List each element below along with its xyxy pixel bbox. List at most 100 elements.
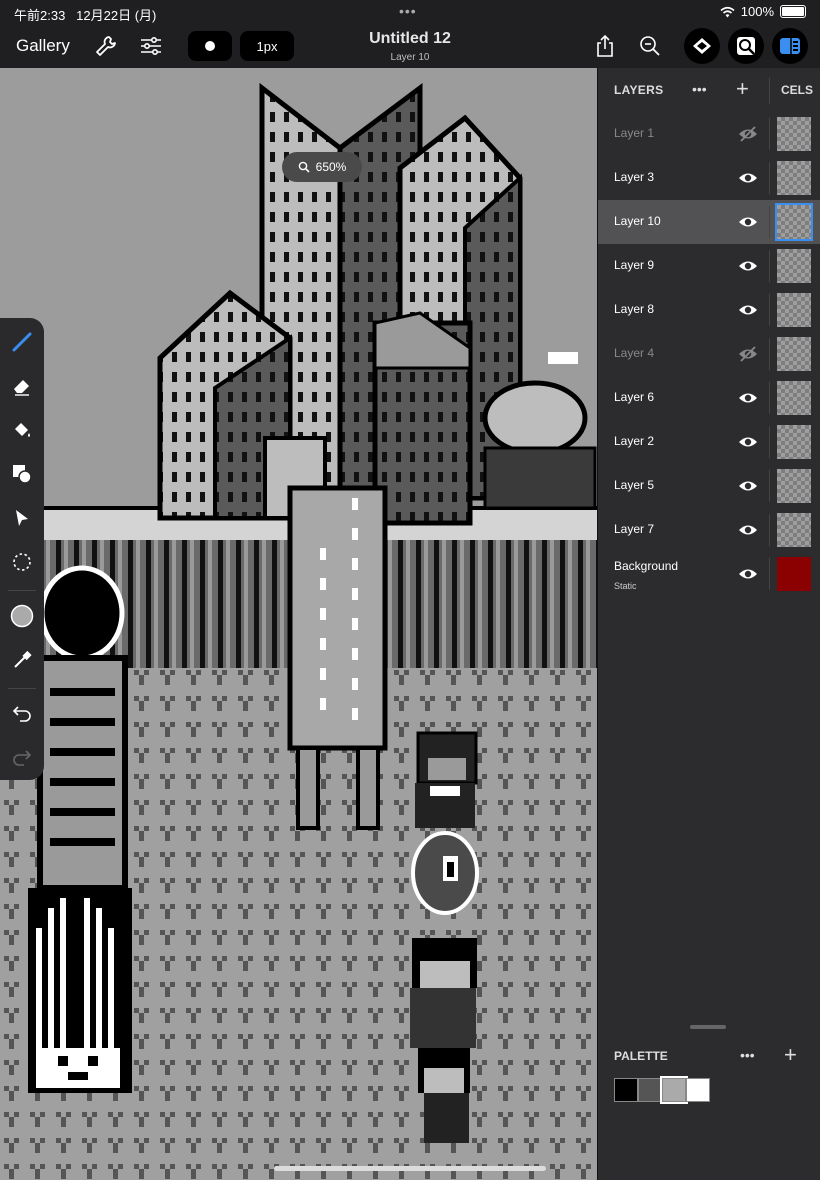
add-palette-color-button[interactable]: + — [784, 1042, 797, 1068]
layer-name: Layer 6 — [614, 390, 655, 404]
undo-button[interactable] — [10, 700, 34, 724]
document-title[interactable]: Untitled 12 — [330, 30, 490, 48]
layer-cel-thumbnail[interactable] — [777, 425, 811, 459]
layer-name: Layer 7 — [614, 522, 655, 536]
layer-row[interactable]: Layer 7 — [598, 508, 820, 552]
cel-divider — [769, 426, 770, 458]
adjustments-icon[interactable] — [139, 34, 163, 58]
layer-name: Layer 1 — [614, 126, 655, 140]
share-icon[interactable] — [593, 34, 617, 58]
eye-icon[interactable] — [738, 565, 758, 583]
layer-row[interactable]: Layer 6 — [598, 376, 820, 420]
color-tool[interactable] — [10, 604, 34, 628]
panel-toggle-button[interactable] — [772, 28, 808, 64]
layer-cel-thumbnail[interactable] — [777, 557, 811, 591]
cel-divider — [769, 206, 770, 238]
shapes-icon — [13, 465, 32, 484]
zoom-out-icon[interactable] — [638, 34, 662, 58]
brush-preview-button[interactable] — [188, 31, 232, 61]
layer-cel-thumbnail[interactable] — [777, 469, 811, 503]
layer-row[interactable]: Layer 3 — [598, 156, 820, 200]
select-arrow-icon — [16, 510, 28, 526]
palette-title: PALETTE — [614, 1049, 668, 1063]
eye-icon[interactable] — [738, 433, 758, 451]
eyedropper-tool[interactable] — [10, 648, 34, 672]
layer-cel-thumbnail[interactable] — [777, 161, 811, 195]
eye-icon[interactable] — [738, 389, 758, 407]
battery-icon — [780, 5, 806, 18]
battery-percent: 100% — [740, 4, 774, 19]
layers-more-button[interactable]: ••• — [692, 81, 707, 97]
cel-divider — [769, 382, 770, 414]
layer-row[interactable]: Layer 4 — [598, 332, 820, 376]
eraser-tool[interactable] — [10, 374, 34, 398]
search-icon — [298, 161, 310, 173]
lasso-tool[interactable] — [10, 550, 34, 574]
status-bar: 午前2:33 12月22日 (月) ••• 100% — [0, 0, 820, 24]
palette-swatch[interactable] — [614, 1078, 638, 1102]
layer-name: Layer 5 — [614, 478, 655, 492]
eraser-icon — [14, 380, 29, 396]
palette-swatch[interactable] — [686, 1078, 710, 1102]
layer-cel-thumbnail[interactable] — [777, 117, 811, 151]
layer-cel-thumbnail[interactable] — [777, 513, 811, 547]
layers-toggle-button[interactable] — [684, 28, 720, 64]
eye-icon[interactable] — [738, 301, 758, 319]
redo-button[interactable] — [10, 744, 34, 768]
pencil-tool[interactable] — [10, 330, 34, 354]
lasso-icon — [13, 553, 31, 571]
eye-hidden-icon[interactable] — [738, 345, 758, 363]
fill-bucket-icon — [15, 423, 30, 437]
add-layer-button[interactable]: + — [736, 76, 749, 102]
eye-icon[interactable] — [738, 521, 758, 539]
wifi-icon — [720, 6, 735, 17]
layer-row[interactable]: Background Static — [598, 552, 820, 596]
cel-divider — [769, 338, 770, 370]
reference-icon — [737, 37, 755, 55]
tool-divider — [8, 688, 36, 689]
layer-row[interactable]: Layer 9 — [598, 244, 820, 288]
drawing-canvas[interactable]: 650% — [0, 68, 597, 1180]
layer-cel-thumbnail[interactable] — [777, 293, 811, 327]
eye-hidden-icon[interactable] — [738, 125, 758, 143]
layers-title: LAYERS — [614, 83, 664, 97]
status-right: 100% — [720, 4, 806, 19]
layer-row[interactable]: Layer 5 — [598, 464, 820, 508]
select-tool[interactable] — [10, 506, 34, 530]
layer-subtitle: Static — [614, 581, 637, 591]
layer-cel-thumbnail[interactable] — [777, 337, 811, 371]
brush-size-button[interactable]: 1px — [240, 31, 294, 61]
layer-cel-thumbnail[interactable] — [777, 381, 811, 415]
cels-title[interactable]: CELS — [781, 83, 813, 97]
home-indicator[interactable] — [274, 1166, 546, 1171]
layer-row[interactable]: Layer 8 — [598, 288, 820, 332]
reference-button[interactable] — [728, 28, 764, 64]
fill-tool[interactable] — [10, 418, 34, 442]
palette-more-button[interactable]: ••• — [740, 1047, 755, 1063]
zoom-indicator[interactable]: 650% — [282, 152, 362, 182]
shapes-tool[interactable] — [10, 462, 34, 486]
wrench-icon[interactable] — [94, 34, 118, 58]
layer-row[interactable]: Layer 10 — [598, 200, 820, 244]
cel-divider — [769, 558, 770, 590]
layer-cel-thumbnail[interactable] — [777, 249, 811, 283]
cels-divider — [769, 78, 770, 104]
cel-divider — [769, 294, 770, 326]
multitask-dots[interactable]: ••• — [399, 3, 417, 19]
pencil-icon — [12, 332, 32, 352]
panel-resize-handle[interactable] — [690, 1025, 726, 1029]
eye-icon[interactable] — [738, 257, 758, 275]
eye-icon[interactable] — [738, 169, 758, 187]
layer-cel-thumbnail[interactable] — [775, 203, 813, 241]
cel-divider — [769, 514, 770, 546]
brush-size-label: 1px — [256, 38, 278, 54]
layer-row[interactable]: Layer 2 — [598, 420, 820, 464]
palette-swatch[interactable] — [660, 1076, 688, 1104]
eye-icon[interactable] — [738, 477, 758, 495]
eyedropper-icon — [14, 650, 32, 668]
layer-row[interactable]: Layer 1 — [598, 112, 820, 156]
eye-icon[interactable] — [738, 213, 758, 231]
gallery-button[interactable]: Gallery — [16, 36, 70, 56]
layers-panel: LAYERS ••• + CELS Layer 1 Layer 3 Layer 10… — [597, 68, 820, 1180]
palette-swatch[interactable] — [638, 1078, 662, 1102]
